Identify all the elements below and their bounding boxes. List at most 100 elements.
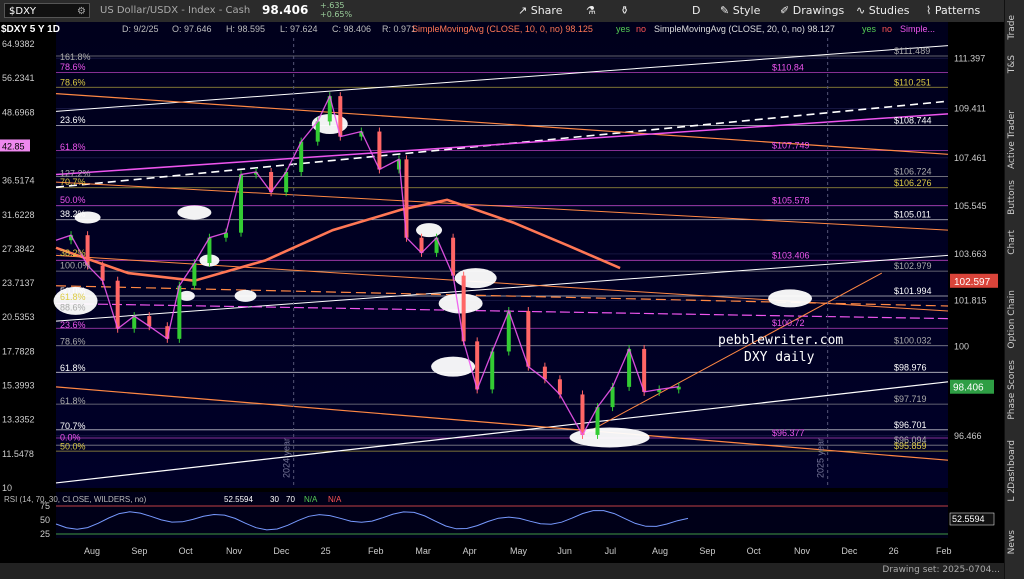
top-toolbar: $DXY ⚙ US Dollar/USDX - Index - Cash 98.4… [0, 0, 1024, 23]
level-label: $98.976 [894, 362, 927, 372]
patterns-button[interactable]: ⌇ Patterns [926, 4, 980, 17]
watermark-line2: DXY daily [744, 350, 815, 365]
candle-body [239, 174, 244, 233]
style-button[interactable]: ✎ Style [720, 4, 760, 17]
sidebar-tab-t-s[interactable]: T&S [1007, 55, 1017, 73]
chart-area[interactable]: 2024 year 2025 year 161.8% 78.6% 78.6% 23.6%… [0, 22, 1004, 578]
fib-label: 50.0% [60, 195, 86, 205]
pivot-ellipse [454, 268, 497, 289]
sidebar-tab-l-2[interactable]: L 2 [1007, 488, 1017, 502]
x-axis-tick: Apr [463, 546, 477, 556]
level-label: $105.578 [772, 195, 810, 205]
fib-label: 61.8% [60, 292, 86, 302]
level-label: $110.84 [772, 62, 804, 72]
right-axis-tick: 100 [954, 341, 969, 351]
beaker-icon[interactable]: ⚗ [586, 4, 596, 17]
red-price-badge-text: 102.597 [954, 277, 991, 288]
sidebar-tab-news[interactable]: News [1007, 530, 1017, 554]
symbol-input[interactable]: $DXY ⚙ [4, 3, 90, 18]
info-close: C: 98.406 [332, 24, 371, 34]
watermark-line1: pebblewriter.com [718, 333, 843, 348]
left-axis-tick: 13.3352 [2, 415, 35, 425]
share-label: Share [530, 4, 563, 17]
level-label: $108.744 [894, 115, 932, 125]
rsi-ob-label: 30 [270, 495, 279, 504]
pivot-ellipse [177, 205, 212, 220]
sidebar-tab-buttons[interactable]: Buttons [1007, 180, 1017, 215]
candle-body [490, 351, 495, 390]
x-axis-tick: Nov [794, 546, 811, 556]
level-label: $96.377 [772, 428, 805, 438]
left-axis-tick: 42.85 [2, 141, 25, 151]
year-label: 2024 year [282, 438, 292, 478]
candle-body [377, 131, 382, 170]
last-price: 98.406 [262, 3, 309, 17]
price-chart[interactable]: 2024 year 2025 year 161.8%78.6%78.6%23.6%… [0, 22, 1004, 563]
patterns-icon: ⌇ [926, 4, 932, 17]
left-axis-tick: 10 [2, 483, 12, 493]
info-more: Simple... [900, 24, 935, 34]
price-plot-bg [56, 22, 948, 488]
drawing-set-label: Drawing set: 2025-0704... [882, 565, 1000, 575]
drawings-button[interactable]: ✐ Drawings [780, 4, 844, 17]
level-label: $95.859 [894, 441, 927, 451]
right-axis-tick: 96.466 [954, 431, 982, 441]
fib-label: 78.6% [60, 62, 86, 72]
left-axis-tick: 11.5478 [2, 449, 34, 459]
sidebar-tab-phase-scores[interactable]: Phase Scores [1007, 360, 1017, 420]
sidebar-tab-chart[interactable]: Chart [1007, 230, 1017, 255]
x-axis-tick: Feb [936, 546, 952, 556]
candle-body [132, 316, 137, 329]
candle-body [451, 237, 456, 276]
rsi-value-label: 52.5594 [224, 495, 253, 504]
fib-label: 50.0% [60, 441, 86, 451]
fib-label: 100.0% [60, 261, 91, 271]
price-change-pct: +0.65% [320, 10, 353, 19]
fib-label: 70.7% [60, 421, 86, 431]
candle-body [207, 237, 212, 263]
level-label: $100.72 [772, 318, 805, 328]
left-axis-tick: 31.6228 [2, 210, 35, 220]
sidebar-tab-dashboard[interactable]: Dashboard [1007, 440, 1017, 489]
level-label: $101.994 [894, 286, 932, 296]
sidebar-tab-trade[interactable]: Trade [1007, 15, 1017, 40]
drawings-icon: ✐ [780, 4, 790, 17]
rsi-label: RSI (14, 70, 30, CLOSE, WILDERS, no) [4, 495, 147, 504]
level-label: $102.979 [894, 261, 932, 271]
level-label: $103.406 [772, 250, 810, 260]
pivot-ellipse [768, 289, 813, 308]
fib-label: 23.6% [60, 115, 86, 125]
symbol-text: $DXY [9, 6, 37, 17]
right-axis-tick: 111.397 [954, 53, 985, 63]
period-button[interactable]: D [692, 4, 700, 17]
pivot-ellipse [438, 293, 483, 314]
fib-label: 61.8% [60, 142, 86, 152]
flask-icon[interactable]: ⚱ [620, 4, 629, 17]
share-button[interactable]: ↗ Share [518, 4, 562, 17]
x-axis-tick: 26 [889, 546, 899, 556]
candle-body [315, 121, 320, 142]
rsi-plot-bg [56, 492, 948, 538]
fib-label: 23.6% [60, 320, 86, 330]
fib-label: 70.7% [60, 177, 86, 187]
right-axis-tick: 107.461 [954, 153, 987, 163]
candle-body [595, 407, 600, 435]
x-axis-tick: Mar [415, 546, 431, 556]
info-high: H: 98.595 [226, 24, 265, 34]
rsi-value-badge-text: 52.5594 [952, 514, 985, 524]
info-no1: no [636, 24, 646, 34]
gear-icon[interactable]: ⚙ [77, 4, 86, 19]
left-axis-tick: 48.6968 [2, 107, 35, 117]
studies-button[interactable]: ∿ Studies [856, 4, 910, 17]
studies-label: Studies [868, 4, 910, 17]
info-open: O: 97.646 [172, 24, 212, 34]
sidebar-tab-option-chain[interactable]: Option Chain [1007, 290, 1017, 349]
x-axis-tick: Oct [179, 546, 194, 556]
info-yes1: yes [616, 24, 631, 34]
fib-label: 78.6% [60, 77, 86, 87]
candle-body [269, 171, 274, 193]
right-sidebar: Trade T&S Active Trader Buttons Chart Option … [1004, 0, 1024, 579]
rsi-na2-label: N/A [328, 495, 342, 504]
left-axis-tick: 17.7828 [2, 346, 35, 356]
sidebar-tab-active-trader[interactable]: Active Trader [1007, 110, 1017, 169]
